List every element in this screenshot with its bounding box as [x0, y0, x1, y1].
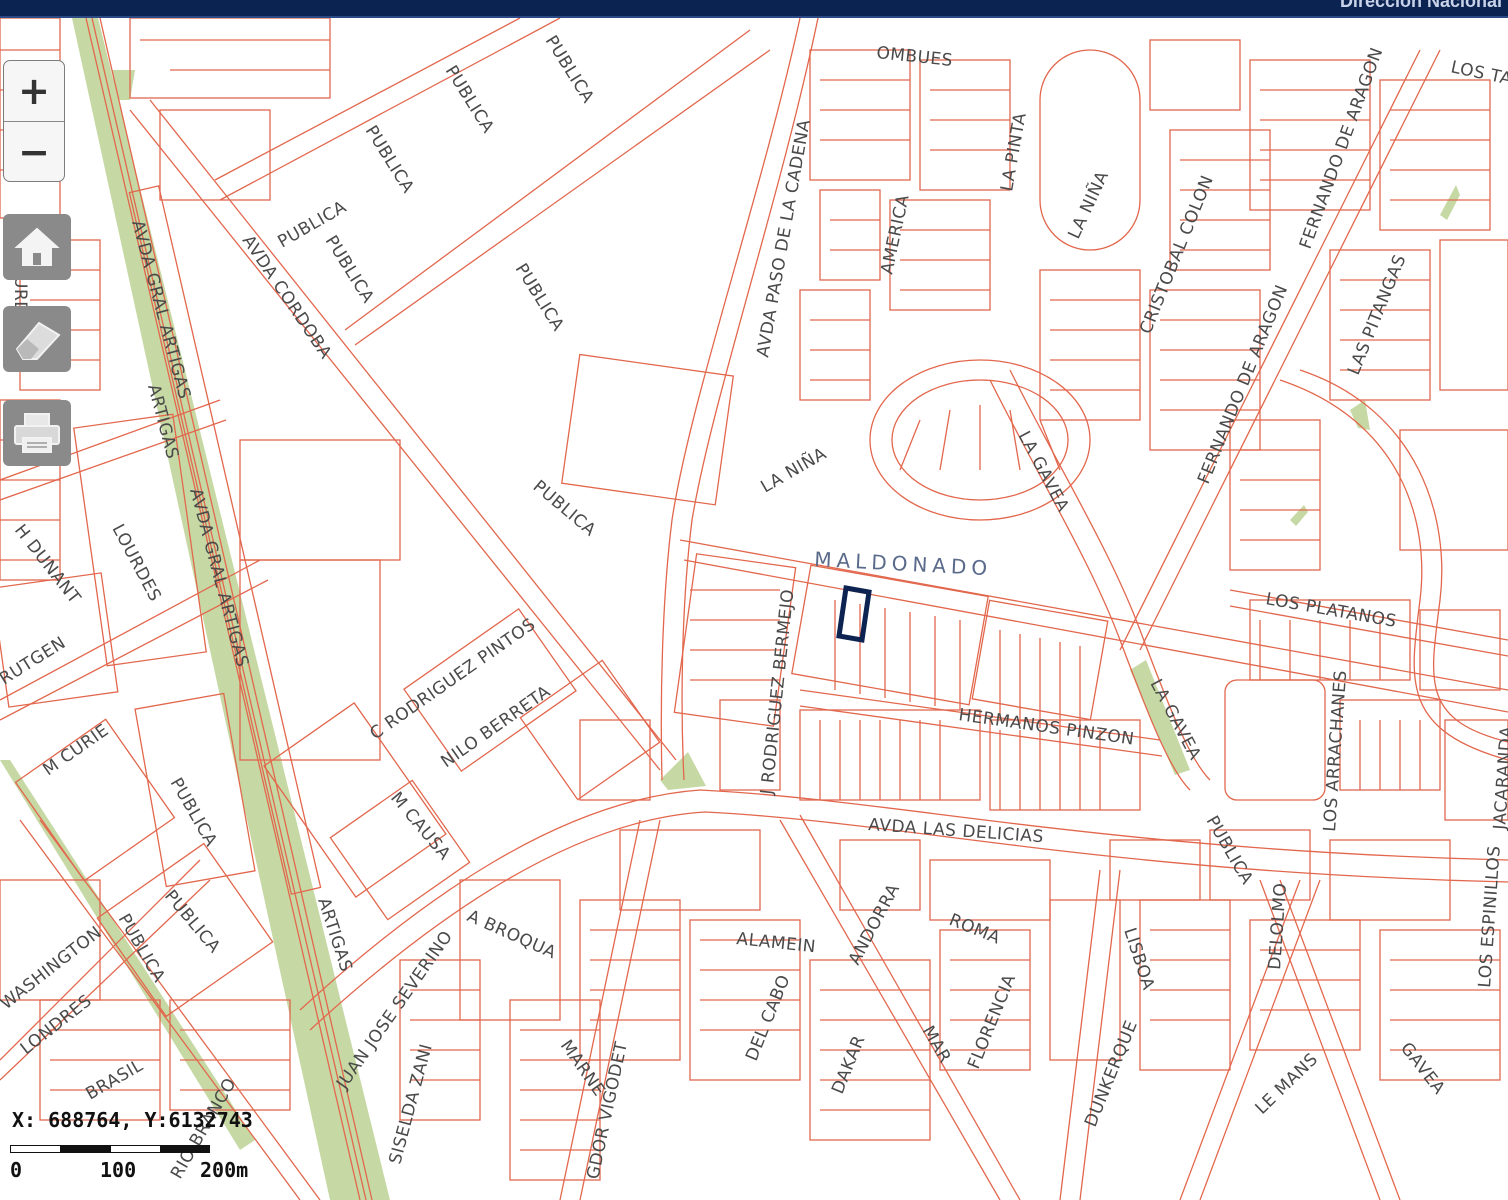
printer-icon — [14, 413, 60, 453]
scale-bar — [10, 1145, 210, 1155]
street-label: DELOLMO — [1265, 882, 1291, 970]
street-label: DUNKERQUE — [1081, 1018, 1142, 1130]
home-icon — [14, 227, 60, 266]
street-label: ALAMEIN — [735, 929, 816, 957]
street-label: MAR — [918, 1023, 955, 1067]
header-title: Dirección Nacional — [1339, 0, 1502, 11]
street-label: GAVEA — [1396, 1039, 1449, 1099]
street-label: LAS PITANGAS — [1344, 252, 1410, 378]
home-button[interactable] — [3, 214, 71, 280]
street-label: DAKAR — [828, 1033, 869, 1097]
zoom-control: + − — [3, 60, 65, 182]
street-label: PUBLICA — [529, 477, 600, 541]
street-label: OMBUES — [875, 43, 953, 71]
street-label: LA NIÑA — [1063, 167, 1114, 242]
street-label: AMERICA — [877, 193, 913, 276]
street-label: JACARANDA — [1490, 725, 1508, 831]
cursor-coordinates: X: 688764, Y:6132743 — [12, 1108, 253, 1132]
zoom-in-button[interactable]: + — [4, 61, 64, 121]
street-label: H DUNANT — [10, 521, 84, 608]
street-label: FLORENCIA — [964, 971, 1020, 1072]
selected-parcel[interactable] — [836, 585, 872, 643]
street-label: LONDRES — [17, 991, 96, 1059]
street-label: SISELDA ZANI — [386, 1042, 437, 1167]
highlighted-street-label: MALDONADO — [814, 547, 993, 580]
eraser-icon — [15, 321, 61, 360]
scale-label-100: 100 — [100, 1158, 137, 1182]
street-label: GDOR VIGODET — [583, 1040, 632, 1181]
street-label: LOURDES — [108, 521, 165, 605]
street-label: LISBOA — [1119, 925, 1158, 992]
scale-segment — [160, 1145, 210, 1153]
street-label: ANDORRA — [845, 880, 904, 968]
street-label: LE MANS — [1252, 1049, 1323, 1118]
street-label: CRISTOBAL COLON — [1136, 173, 1218, 337]
street-label: FERNANDO DE ARAGON — [1296, 45, 1388, 252]
zoom-out-button[interactable]: − — [4, 121, 64, 182]
street-label: PUBLICA — [361, 122, 418, 197]
street-label: LOS TA — [1449, 57, 1508, 89]
scale-label-200: 200m — [200, 1158, 249, 1182]
street-label: M CURIE — [39, 720, 112, 780]
street-label: AVDA CORDOBA — [238, 232, 336, 363]
scale-segment — [10, 1145, 62, 1153]
street-label: NILO BERRETA — [437, 682, 554, 772]
street-label: LOS PLATANOS — [1264, 589, 1398, 632]
map-canvas[interactable]: OMBUES LOS TA PUBLICA PUBLICA PUBLICA PU… — [0, 18, 1508, 1200]
street-label: ROMA — [946, 910, 1003, 949]
street-label: LA PINTA — [997, 111, 1031, 193]
street-label: DEL CABO — [742, 972, 795, 1064]
scale-label-0: 0 — [10, 1158, 23, 1182]
scale-segment — [60, 1145, 112, 1153]
street-label: AVDA LAS DELICIAS — [868, 815, 1045, 847]
street-label: PUBLICA — [441, 62, 498, 137]
clear-button[interactable] — [3, 306, 71, 372]
street-label: LA NIÑA — [757, 442, 831, 497]
street-label: PUBLICA — [511, 260, 568, 335]
print-button[interactable] — [3, 400, 71, 466]
street-label: FERNANDO DE ARAGON — [1194, 282, 1292, 487]
street-label: PUBLICA — [541, 32, 598, 107]
street-label: PUBLICA — [321, 232, 378, 307]
street-label: BRASIL — [83, 1056, 147, 1105]
scale-segment — [110, 1145, 162, 1153]
street-label: PUBLICA — [166, 775, 221, 851]
map-layer[interactable]: OMBUES LOS TA PUBLICA PUBLICA PUBLICA PU… — [0, 18, 1508, 1200]
street-label: A BROQUA — [464, 906, 559, 963]
top-header-bar: Dirección Nacional — [0, 0, 1508, 18]
